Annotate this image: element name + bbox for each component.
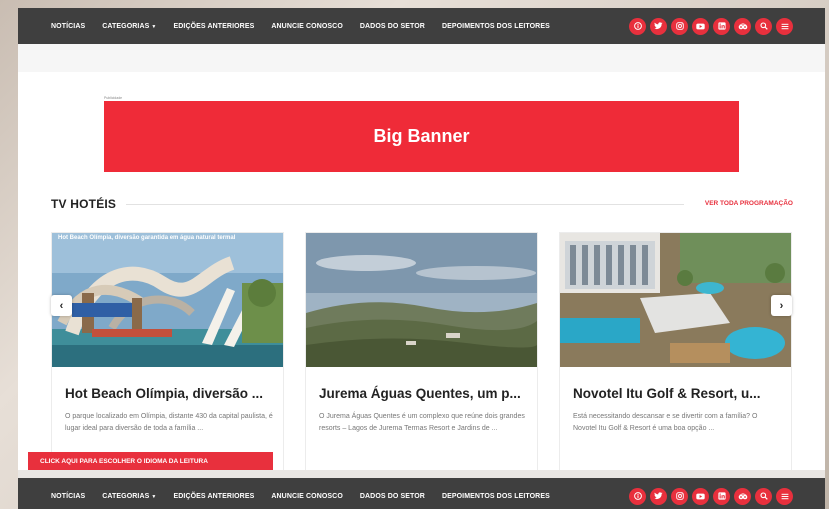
- card-excerpt: O Jurema Águas Quentes é um complexo que…: [319, 413, 525, 432]
- video-card[interactable]: Novotel Itu Golf & Resort, u... Está nec…: [559, 232, 792, 472]
- card-overlay-title: Hot Beach Olímpia, diversão garantida em…: [58, 235, 236, 241]
- menu-icon[interactable]: [776, 17, 793, 35]
- youtube-icon[interactable]: [692, 487, 709, 505]
- linkedin-icon[interactable]: [713, 487, 730, 505]
- page-gap: [18, 470, 825, 478]
- tripadvisor-icon[interactable]: [734, 17, 751, 35]
- instagram-icon[interactable]: [671, 17, 688, 35]
- header-spacer: [18, 44, 825, 72]
- big-banner-ad[interactable]: Big Banner: [104, 101, 739, 172]
- card-thumbnail-resort[interactable]: [560, 233, 791, 367]
- tripadvisor-icon[interactable]: [734, 487, 751, 505]
- nav-item-edicoes-anteriores[interactable]: EDIÇÕES ANTERIORES: [173, 23, 254, 30]
- card-thumbnail-water-park[interactable]: Hot Beach Olímpia, diversão garantida em…: [52, 233, 283, 367]
- banner-text: Big Banner: [373, 126, 470, 146]
- nav-item-noticias[interactable]: NOTÍCIAS: [51, 493, 85, 500]
- search-icon[interactable]: [755, 487, 772, 505]
- info-icon[interactable]: [629, 17, 646, 35]
- section-title: TV HOTÉIS: [51, 197, 117, 211]
- nav-item-depoimentos[interactable]: DEPOIMENTOS DOS LEITORES: [442, 493, 550, 500]
- see-all-link[interactable]: VER TODA PROGRAMAÇÃO: [705, 200, 793, 207]
- social-icons: [629, 487, 793, 505]
- chevron-left-icon: ‹: [59, 299, 64, 312]
- page: NOTÍCIAS CATEGORIAS ▼ EDIÇÕES ANTERIORES …: [18, 8, 825, 509]
- chevron-right-icon: ›: [779, 299, 784, 312]
- nav-item-categorias[interactable]: CATEGORIAS ▼: [102, 23, 156, 30]
- language-selector-bar[interactable]: CLICK AQUI PARA ESCOLHER O IDIOMA DA LEI…: [28, 452, 273, 470]
- card-title[interactable]: Hot Beach Olímpia, diversão ...: [65, 386, 263, 401]
- nav-item-edicoes-anteriores[interactable]: EDIÇÕES ANTERIORES: [173, 493, 254, 500]
- youtube-icon[interactable]: [692, 17, 709, 35]
- nav-menu: NOTÍCIAS CATEGORIAS ▼ EDIÇÕES ANTERIORES …: [51, 23, 567, 30]
- search-icon[interactable]: [755, 17, 772, 35]
- video-card[interactable]: Jurema Águas Quentes, um p... O Jurema Á…: [305, 232, 538, 472]
- nav-item-anuncie-conosco[interactable]: ANUNCIE CONOSCO: [271, 23, 343, 30]
- carousel-next-button[interactable]: ›: [771, 295, 792, 316]
- video-card[interactable]: Hot Beach Olímpia, diversão garantida em…: [51, 232, 284, 472]
- carousel-prev-button[interactable]: ‹: [51, 295, 72, 316]
- linkedin-icon[interactable]: [713, 17, 730, 35]
- nav-item-depoimentos[interactable]: DEPOIMENTOS DOS LEITORES: [442, 23, 550, 30]
- nav-item-label: CATEGORIAS: [102, 492, 150, 500]
- caret-down-icon: ▼: [151, 23, 157, 30]
- info-icon[interactable]: [629, 487, 646, 505]
- card-excerpt: Está necessitando descansar e se diverti…: [573, 413, 758, 432]
- menu-icon[interactable]: [776, 487, 793, 505]
- nav-item-dados-do-setor[interactable]: DADOS DO SETOR: [360, 23, 425, 30]
- card-excerpt: O parque localizado em Olímpia, distante…: [65, 413, 273, 432]
- nav-item-label: CATEGORIAS: [102, 22, 150, 30]
- nav-item-categorias[interactable]: CATEGORIAS ▼: [102, 493, 156, 500]
- twitter-icon[interactable]: [650, 487, 667, 505]
- card-title[interactable]: Novotel Itu Golf & Resort, u...: [573, 386, 761, 401]
- sticky-navbar: NOTÍCIAS CATEGORIAS ▼ EDIÇÕES ANTERIORES …: [18, 478, 825, 509]
- nav-item-anuncie-conosco[interactable]: ANUNCIE CONOSCO: [271, 493, 343, 500]
- card-thumbnail-landscape[interactable]: [306, 233, 537, 367]
- nav-item-noticias[interactable]: NOTÍCIAS: [51, 23, 85, 30]
- top-navbar: NOTÍCIAS CATEGORIAS ▼ EDIÇÕES ANTERIORES …: [18, 8, 825, 44]
- nav-menu: NOTÍCIAS CATEGORIAS ▼ EDIÇÕES ANTERIORES …: [51, 493, 567, 500]
- section-divider: [126, 204, 684, 205]
- instagram-icon[interactable]: [671, 487, 688, 505]
- nav-item-dados-do-setor[interactable]: DADOS DO SETOR: [360, 493, 425, 500]
- social-icons: [629, 17, 793, 35]
- twitter-icon[interactable]: [650, 17, 667, 35]
- ad-label: Publicidade: [104, 96, 123, 100]
- card-title[interactable]: Jurema Águas Quentes, um p...: [319, 386, 521, 401]
- caret-down-icon: ▼: [151, 493, 157, 500]
